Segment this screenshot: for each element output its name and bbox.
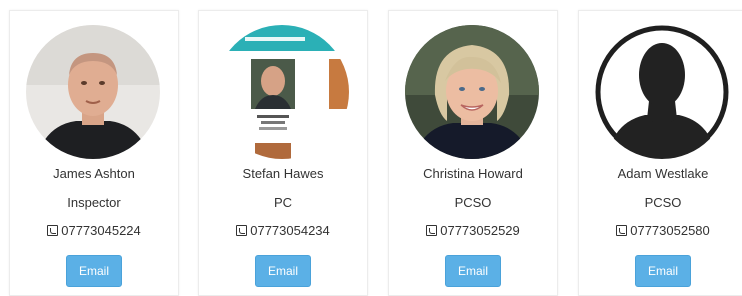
member-name: James Ashton [53,166,135,181]
phone-number: 07773052529 [440,223,520,238]
member-name: Stefan Hawes [242,166,324,181]
avatar-photo [26,25,160,159]
member-role: PCSO [454,195,492,210]
member-role: PC [273,195,293,210]
phone-number: 07773045224 [61,223,141,238]
member-phone: 07773045224 [10,223,178,238]
member-card: Stefan Hawes PC 07773054234 Email [198,10,368,296]
member-phone: 07773054234 [199,223,367,238]
member-phone: 07773052580 [579,223,742,238]
avatar-photo [595,25,729,159]
email-button[interactable]: Email [445,255,501,287]
phone-number: 07773052580 [630,223,710,238]
email-button[interactable]: Email [255,255,311,287]
member-card: Christina Howard PCSO 07773052529 Email [388,10,558,296]
member-name: Adam Westlake [617,166,709,181]
avatar-photo [405,25,539,159]
member-card: Adam Westlake PCSO 07773052580 Email [578,10,742,296]
member-name: Christina Howard [423,166,523,181]
member-phone: 07773052529 [389,223,557,238]
avatar-photo [215,25,349,159]
phone-icon [426,225,438,236]
phone-icon [236,225,248,236]
phone-icon [616,225,628,236]
member-card: James Ashton Inspector 07773045224 Email [9,10,179,296]
email-button[interactable]: Email [66,255,122,287]
member-role: PCSO [644,195,682,210]
team-members-grid: James Ashton Inspector 07773045224 Email [0,0,742,296]
phone-number: 07773054234 [250,223,330,238]
email-button[interactable]: Email [635,255,691,287]
member-role: Inspector [67,195,121,210]
phone-icon [47,225,59,236]
